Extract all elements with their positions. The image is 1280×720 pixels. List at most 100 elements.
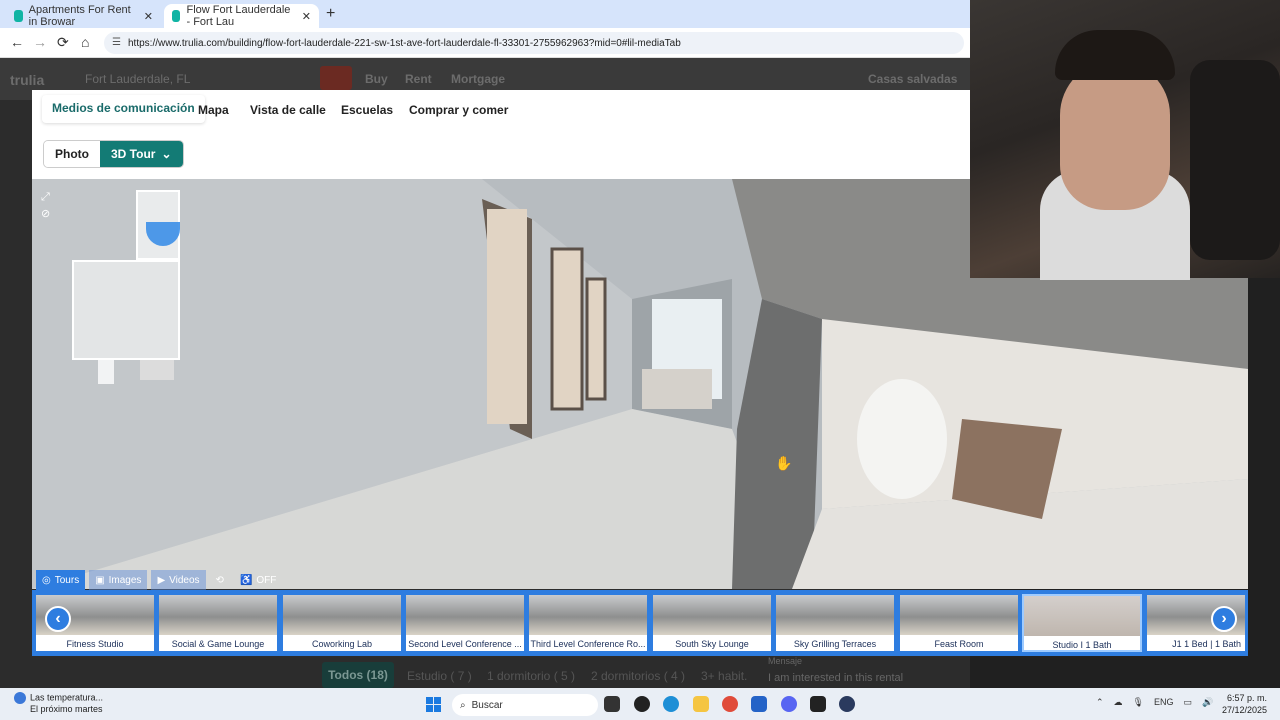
search-icon: ⌕ xyxy=(460,699,466,711)
photo-button[interactable]: Photo xyxy=(44,141,100,167)
file-explorer-icon[interactable] xyxy=(693,696,709,712)
volume-icon[interactable]: 🔊 xyxy=(1202,697,1213,708)
tab-media[interactable]: Medios de comunicación xyxy=(42,95,205,123)
media-type-toggle: Photo 3D Tour ⌄ xyxy=(43,140,184,168)
thumbnail-label: Social & Game Lounge xyxy=(171,639,265,649)
microphone-icon[interactable]: 🎙 xyxy=(1133,697,1144,708)
images-icon: ▣ xyxy=(95,574,105,586)
contact-message-box[interactable]: Mensaje I am interested in this rental xyxy=(768,656,948,688)
tab-tours-label: Tours xyxy=(54,574,80,586)
thumbnail-feast-room[interactable]: Feast Room xyxy=(899,594,1019,652)
epic-games-icon[interactable] xyxy=(810,696,826,712)
thumbnail-studio-1-bath[interactable]: Studio I 1 Bath xyxy=(1022,594,1142,652)
rotate-360-button[interactable]: ⟲ xyxy=(210,570,230,590)
thumbnail-image xyxy=(900,595,1018,635)
search-button[interactable] xyxy=(320,66,352,90)
store-icon[interactable] xyxy=(751,696,767,712)
rotate-off-label: OFF xyxy=(256,574,277,586)
thumbnail-label: Studio I 1 Bath xyxy=(1052,640,1112,650)
thumbnail-third-level-conference[interactable]: Third Level Conference Ro... xyxy=(528,594,648,652)
close-tab-icon[interactable]: ✕ xyxy=(144,10,153,23)
thumbnail-coworking-lab[interactable]: Coworking Lab xyxy=(282,594,402,652)
tab-street-view[interactable]: Vista de calle xyxy=(250,103,326,123)
filter-studio[interactable]: Estudio ( 7 ) xyxy=(407,669,472,683)
tab-title: Apartments For Rent in Browar xyxy=(28,4,131,28)
thumbnail-label: Coworking Lab xyxy=(311,639,373,649)
accessibility-toggle[interactable]: ♿ OFF xyxy=(234,570,282,590)
browser-tab-apartments[interactable]: Apartments For Rent in Browar ✕ xyxy=(6,4,161,28)
new-tab-button[interactable]: + xyxy=(326,5,335,23)
system-tray: ⌃ ☁ 🎙 ENG ▭ 🔊 xyxy=(1096,697,1213,708)
3d-tour-button[interactable]: 3D Tour ⌄ xyxy=(100,141,183,167)
filter-1-bedroom[interactable]: 1 dormitorio ( 5 ) xyxy=(487,669,575,683)
network-icon[interactable]: ▭ xyxy=(1184,697,1193,708)
trulia-favicon-icon xyxy=(172,10,181,22)
thumbnail-second-level-conference[interactable]: Second Level Conference ... xyxy=(405,594,525,652)
fullscreen-icon[interactable]: ⤢ xyxy=(41,191,50,204)
nav-rent[interactable]: Rent xyxy=(405,72,432,86)
github-icon[interactable] xyxy=(634,696,650,712)
filter-all[interactable]: Todos (18) xyxy=(322,662,394,688)
3d-tour-label: 3D Tour xyxy=(111,147,156,161)
trulia-favicon-icon xyxy=(14,10,23,22)
tours-icon: ◎ xyxy=(42,574,51,586)
nav-mortgage[interactable]: Mortgage xyxy=(451,72,505,86)
thumbnail-label: Fitness Studio xyxy=(66,639,124,649)
tab-title: Flow Fort Lauderdale - Fort Lau xyxy=(186,4,291,28)
webcam-person-face xyxy=(1060,60,1170,210)
location-search-input[interactable]: Fort Lauderdale, FL xyxy=(85,72,190,86)
weather-icon xyxy=(14,692,26,704)
close-tab-icon[interactable]: ✕ xyxy=(302,10,311,23)
taskbar-clock[interactable]: 6:57 p. m. 27/12/2025 xyxy=(1222,692,1267,716)
thumbnail-south-sky-lounge[interactable]: South Sky Lounge xyxy=(652,594,772,652)
visibility-toggle-icon[interactable]: ⊘ xyxy=(41,207,50,220)
tab-schools[interactable]: Escuelas xyxy=(341,103,393,123)
weather-widget[interactable]: Las temperatura... El próximo martes xyxy=(14,692,103,715)
next-thumbnail-button[interactable]: › xyxy=(1211,606,1237,632)
floorplan-room xyxy=(98,360,114,384)
address-bar[interactable]: ☰ https://www.trulia.com/building/flow-f… xyxy=(104,32,964,54)
tab-shop-eat[interactable]: Comprar y comer xyxy=(409,103,508,123)
thumbnail-label: Sky Grilling Terraces xyxy=(793,639,877,649)
discord-icon[interactable] xyxy=(781,696,797,712)
clock-time: 6:57 p. m. xyxy=(1227,693,1268,703)
home-button[interactable]: ⌂ xyxy=(81,34,89,50)
site-info-icon[interactable]: ☰ xyxy=(112,37,121,48)
edge-icon[interactable] xyxy=(663,696,679,712)
tab-images[interactable]: ▣ Images xyxy=(89,570,148,590)
reload-button[interactable]: ⟳ xyxy=(57,34,69,51)
task-view-icon[interactable] xyxy=(604,696,620,712)
thumbnail-sky-grilling-terraces[interactable]: Sky Grilling Terraces xyxy=(775,594,895,652)
taskbar-search[interactable]: ⌕ Buscar xyxy=(452,694,598,716)
cloud-icon[interactable]: ☁ xyxy=(1114,697,1123,708)
chevron-up-icon[interactable]: ⌃ xyxy=(1096,697,1104,708)
windows-start-icon[interactable] xyxy=(426,697,441,712)
thumbnail-social-game-lounge[interactable]: Social & Game Lounge xyxy=(158,594,278,652)
language-indicator[interactable]: ENG xyxy=(1154,697,1174,708)
tab-videos-label: Videos xyxy=(169,574,200,586)
browser-tab-flow[interactable]: Flow Fort Lauderdale - Fort Lau ✕ xyxy=(164,4,319,28)
prev-thumbnail-button[interactable]: ‹ xyxy=(45,606,71,632)
thumbnail-image xyxy=(1024,596,1140,636)
tab-videos[interactable]: ▶ Videos xyxy=(151,570,206,590)
back-button[interactable]: ← xyxy=(10,34,24,50)
webcam-chair xyxy=(1190,60,1280,260)
trulia-logo: trulia xyxy=(10,72,45,88)
thumbnail-label: J1 1 Bed | 1 Bath xyxy=(1172,639,1241,649)
thumbnail-image xyxy=(529,595,647,635)
nav-buy[interactable]: Buy xyxy=(365,72,388,86)
tab-map[interactable]: Mapa xyxy=(198,103,229,123)
thumbnail-image xyxy=(406,595,524,635)
hand-cursor-icon: ✋ xyxy=(775,455,793,471)
filter-2-bedrooms[interactable]: 2 dormitorios ( 4 ) xyxy=(591,669,685,683)
forward-button[interactable]: → xyxy=(33,34,47,50)
contact-text: I am interested in this rental xyxy=(768,672,904,684)
thumbnail-image xyxy=(283,595,401,635)
tab-tours[interactable]: ◎ Tours xyxy=(36,570,86,590)
tour-media-tabs: ◎ Tours ▣ Images ▶ Videos ⟲ ♿ OFF xyxy=(36,570,282,590)
settings-app-icon[interactable] xyxy=(839,696,855,712)
chrome-icon[interactable] xyxy=(722,696,738,712)
filter-3plus-bedrooms[interactable]: 3+ habit. xyxy=(701,669,747,683)
saved-homes-link[interactable]: Casas salvadas xyxy=(868,72,957,86)
floorplan-room xyxy=(72,260,180,360)
